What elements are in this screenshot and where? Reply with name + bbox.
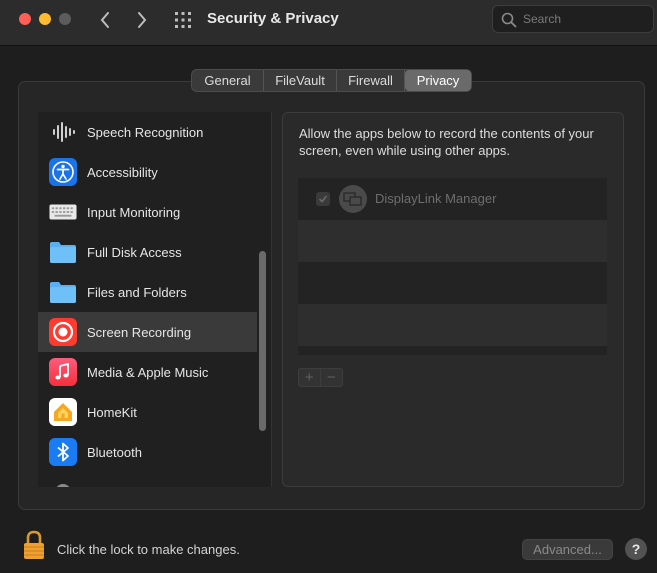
generic-icon: [49, 478, 77, 487]
sidebar-item-label: HomeKit: [87, 404, 137, 420]
lock-icon[interactable]: [22, 530, 46, 560]
sidebar-scrollbar[interactable]: [259, 251, 266, 431]
folder-icon: [49, 278, 77, 306]
help-button[interactable]: ?: [625, 538, 647, 560]
close-window-button[interactable]: [19, 13, 31, 25]
chevron-right-icon: [138, 12, 147, 28]
zoom-window-button[interactable]: [59, 13, 71, 25]
window-title: Security & Privacy: [207, 10, 339, 27]
add-app-button[interactable]: +: [299, 369, 321, 386]
sidebar-item-label: Speech Recognition: [87, 124, 204, 140]
waveform-icon: [49, 118, 77, 146]
tab-filevault[interactable]: FileVault: [264, 70, 337, 91]
home-icon: [49, 398, 77, 426]
sidebar-item-files-and-folders[interactable]: Files and Folders: [38, 272, 257, 312]
sidebar-item-accessibility[interactable]: Accessibility: [38, 152, 257, 192]
sidebar-item-speech-recognition[interactable]: Speech Recognition: [38, 112, 257, 152]
app-name: DisplayLink Manager: [375, 191, 497, 206]
tab-general[interactable]: General: [192, 70, 264, 91]
bluetooth-icon: [49, 438, 77, 466]
sidebar-item-label: Media & Apple Music: [87, 364, 209, 380]
permission-description: Allow the apps below to record the conte…: [299, 126, 594, 158]
sidebar-item-homekit[interactable]: HomeKit: [38, 392, 257, 432]
folder-icon: [49, 238, 77, 266]
privacy-category-list[interactable]: Speech Recognition Accessibility Input M…: [38, 112, 272, 487]
list-item-empty: [298, 304, 607, 346]
displaylink-icon: [339, 185, 367, 213]
sidebar-item-label: Screen Recording: [87, 324, 192, 340]
sidebar-item-input-monitoring[interactable]: Input Monitoring: [38, 192, 257, 232]
sidebar-item-label: Files and Folders: [87, 284, 187, 300]
add-remove-controls: + −: [298, 368, 343, 387]
list-item-empty: [298, 262, 607, 304]
grid-icon: [175, 12, 191, 28]
music-icon: [49, 358, 77, 386]
chevron-left-icon: [100, 12, 109, 28]
tab-privacy[interactable]: Privacy: [405, 70, 471, 91]
list-item[interactable]: DisplayLink Manager: [298, 178, 607, 220]
list-item-empty: [298, 346, 607, 355]
lock-message: Click the lock to make changes.: [57, 542, 240, 557]
minimize-window-button[interactable]: [39, 13, 51, 25]
back-button[interactable]: [94, 9, 116, 31]
app-enable-checkbox[interactable]: [316, 192, 330, 206]
checkmark-icon: [318, 195, 328, 203]
sidebar-item-label: Bluetooth: [87, 444, 142, 460]
search-icon: [501, 12, 517, 28]
remove-app-button[interactable]: −: [321, 369, 342, 386]
forward-button[interactable]: [131, 9, 153, 31]
sidebar-item-label: Input Monitoring: [87, 204, 181, 220]
list-item-empty: [298, 220, 607, 262]
search-input[interactable]: [523, 10, 648, 28]
sidebar-item-media-apple-music[interactable]: Media & Apple Music: [38, 352, 257, 392]
sidebar-item-full-disk-access[interactable]: Full Disk Access: [38, 232, 257, 272]
tab-firewall[interactable]: Firewall: [337, 70, 405, 91]
sidebar-item-label: Full Disk Access: [87, 244, 182, 260]
sidebar-item-screen-recording[interactable]: Screen Recording: [38, 312, 257, 352]
search-field[interactable]: [492, 5, 654, 33]
record-icon: [49, 318, 77, 346]
show-all-button[interactable]: [173, 10, 193, 30]
keyboard-icon: [49, 198, 77, 226]
sidebar-item-partial[interactable]: [38, 472, 257, 487]
advanced-button[interactable]: Advanced...: [522, 539, 613, 560]
sidebar-item-label: Accessibility: [87, 164, 158, 180]
app-permission-list[interactable]: DisplayLink Manager: [298, 178, 607, 355]
tab-bar: General FileVault Firewall Privacy: [191, 69, 472, 92]
sidebar-item-bluetooth[interactable]: Bluetooth: [38, 432, 257, 472]
accessibility-icon: [49, 158, 77, 186]
title-bar: Security & Privacy: [0, 0, 657, 46]
